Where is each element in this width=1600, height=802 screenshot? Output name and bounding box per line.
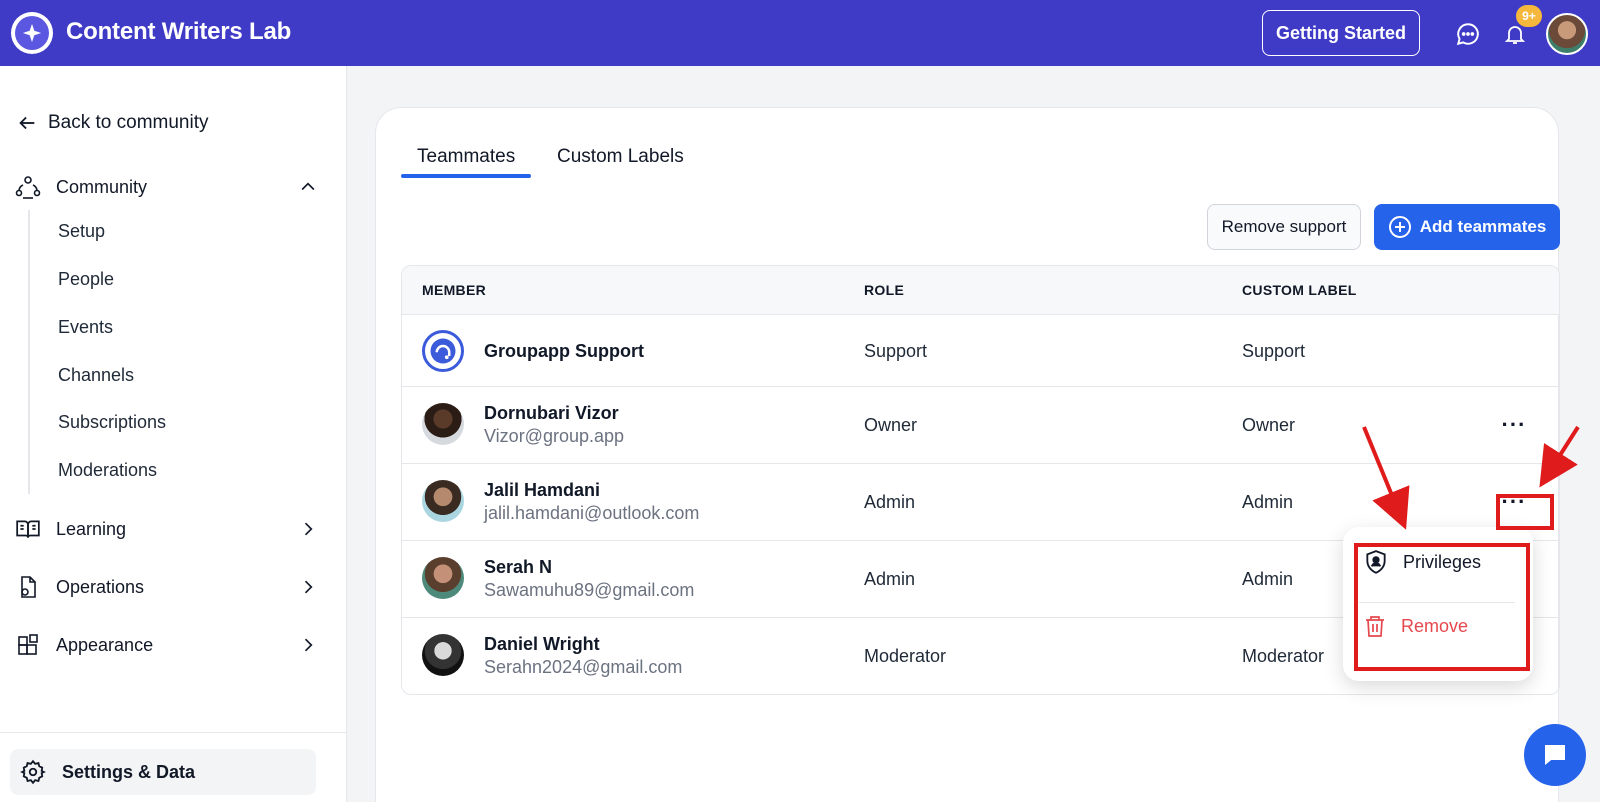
member-avatar xyxy=(422,634,464,676)
sidebar-item-community[interactable]: Community xyxy=(14,170,320,204)
community-icon xyxy=(14,173,42,201)
member-name: Dornubari Vizor xyxy=(484,403,619,423)
member-email: Vizor@group.app xyxy=(484,426,625,446)
member-email: Sawamuhu89@gmail.com xyxy=(484,580,695,600)
book-icon xyxy=(14,515,42,543)
user-avatar[interactable] xyxy=(1546,13,1588,55)
appearance-label: Appearance xyxy=(56,634,154,655)
member-avatar xyxy=(422,403,464,445)
member-email: jalil.hamdani@outlook.com xyxy=(484,503,700,523)
annotation-box-more xyxy=(1496,494,1554,530)
sidebar-item-people[interactable]: People xyxy=(58,269,114,290)
top-header: Content Writers Lab Getting Started 9+ xyxy=(0,0,1600,66)
notification-badge: 9+ xyxy=(1516,5,1542,27)
sidebar-item-operations[interactable]: Operations xyxy=(14,570,320,604)
member-avatar xyxy=(422,557,464,599)
sidebar-item-learning[interactable]: Learning xyxy=(14,512,320,546)
add-teammates-label: Add teammates xyxy=(1419,217,1547,236)
sidebar-item-subscriptions[interactable]: Subscriptions xyxy=(58,412,166,433)
active-tab-indicator xyxy=(401,174,531,178)
member-role: Moderator xyxy=(864,646,947,666)
table-header: MEMBER ROLE CUSTOM LABEL xyxy=(402,266,1559,315)
column-header-role: ROLE xyxy=(864,282,905,298)
member-custom-label: Admin xyxy=(1242,492,1294,512)
settings-label: Settings & Data xyxy=(62,761,196,782)
member-custom-label: Admin xyxy=(1242,569,1294,589)
table-row[interactable]: Groupapp Support Support Support xyxy=(402,315,1559,387)
sidebar: Back to community Community Setup People… xyxy=(0,66,347,802)
member-role: Admin xyxy=(864,569,916,589)
operations-label: Operations xyxy=(56,576,145,597)
member-name: Daniel Wright xyxy=(484,634,600,654)
member-name: Groupapp Support xyxy=(484,341,644,361)
sidebar-item-channels[interactable]: Channels xyxy=(58,365,134,386)
member-custom-label: Support xyxy=(1242,341,1306,361)
member-custom-label: Moderator xyxy=(1242,646,1325,666)
learning-label: Learning xyxy=(56,518,127,539)
more-options-icon[interactable]: ··· xyxy=(1500,412,1528,437)
sidebar-item-moderations[interactable]: Moderations xyxy=(58,460,157,481)
remove-support-button[interactable]: Remove support xyxy=(1207,204,1361,250)
column-header-member: MEMBER xyxy=(422,282,487,298)
tab-custom-labels[interactable]: Custom Labels xyxy=(557,146,684,168)
chevron-right-icon[interactable] xyxy=(296,517,320,541)
plus-circle-icon xyxy=(1388,216,1411,238)
chevron-right-icon[interactable] xyxy=(296,633,320,657)
sidebar-item-events[interactable]: Events xyxy=(58,317,113,338)
blocks-icon xyxy=(14,631,42,659)
member-name: Serah N xyxy=(484,557,553,577)
chevron-up-icon[interactable] xyxy=(296,175,320,199)
document-icon xyxy=(14,573,42,601)
member-role: Owner xyxy=(864,415,918,435)
annotation-box-menu xyxy=(1354,543,1530,671)
sidebar-item-appearance[interactable]: Appearance xyxy=(14,628,320,662)
table-row[interactable]: Dornubari Vizor Vizor@group.app Owner Ow… xyxy=(402,387,1559,464)
chat-icon[interactable] xyxy=(1454,20,1482,48)
sidebar-item-settings[interactable]: Settings & Data xyxy=(10,749,316,795)
member-email: Serahn2024@gmail.com xyxy=(484,657,683,677)
sidebar-item-setup[interactable]: Setup xyxy=(58,221,105,242)
support-avatar xyxy=(422,330,464,372)
add-teammates-button[interactable]: Add teammates xyxy=(1374,204,1560,250)
member-role: Admin xyxy=(864,492,916,512)
submenu-line xyxy=(28,210,30,494)
tab-teammates[interactable]: Teammates xyxy=(417,146,515,168)
chat-bubble-icon xyxy=(1545,745,1565,765)
column-header-custom-label: CUSTOM LABEL xyxy=(1242,282,1357,298)
gear-icon xyxy=(20,759,46,785)
support-chat-button[interactable] xyxy=(1524,724,1586,786)
teammates-card: Teammates Custom Labels Remove support A… xyxy=(375,107,1560,802)
app-logo[interactable] xyxy=(11,12,53,54)
sparkle-icon xyxy=(22,23,42,43)
back-to-community-link[interactable]: Back to community xyxy=(16,112,209,134)
headset-icon xyxy=(430,338,456,364)
sidebar-divider xyxy=(0,732,347,733)
member-role: Support xyxy=(864,341,928,361)
chevron-right-icon[interactable] xyxy=(296,575,320,599)
back-label: Back to community xyxy=(48,112,209,133)
app-title: Content Writers Lab xyxy=(66,18,292,45)
arrow-left-icon xyxy=(19,116,35,130)
member-custom-label: Owner xyxy=(1242,415,1296,435)
getting-started-button[interactable]: Getting Started xyxy=(1262,10,1420,56)
community-label: Community xyxy=(56,176,148,197)
member-avatar xyxy=(422,480,464,522)
member-name: Jalil Hamdani xyxy=(484,480,601,500)
